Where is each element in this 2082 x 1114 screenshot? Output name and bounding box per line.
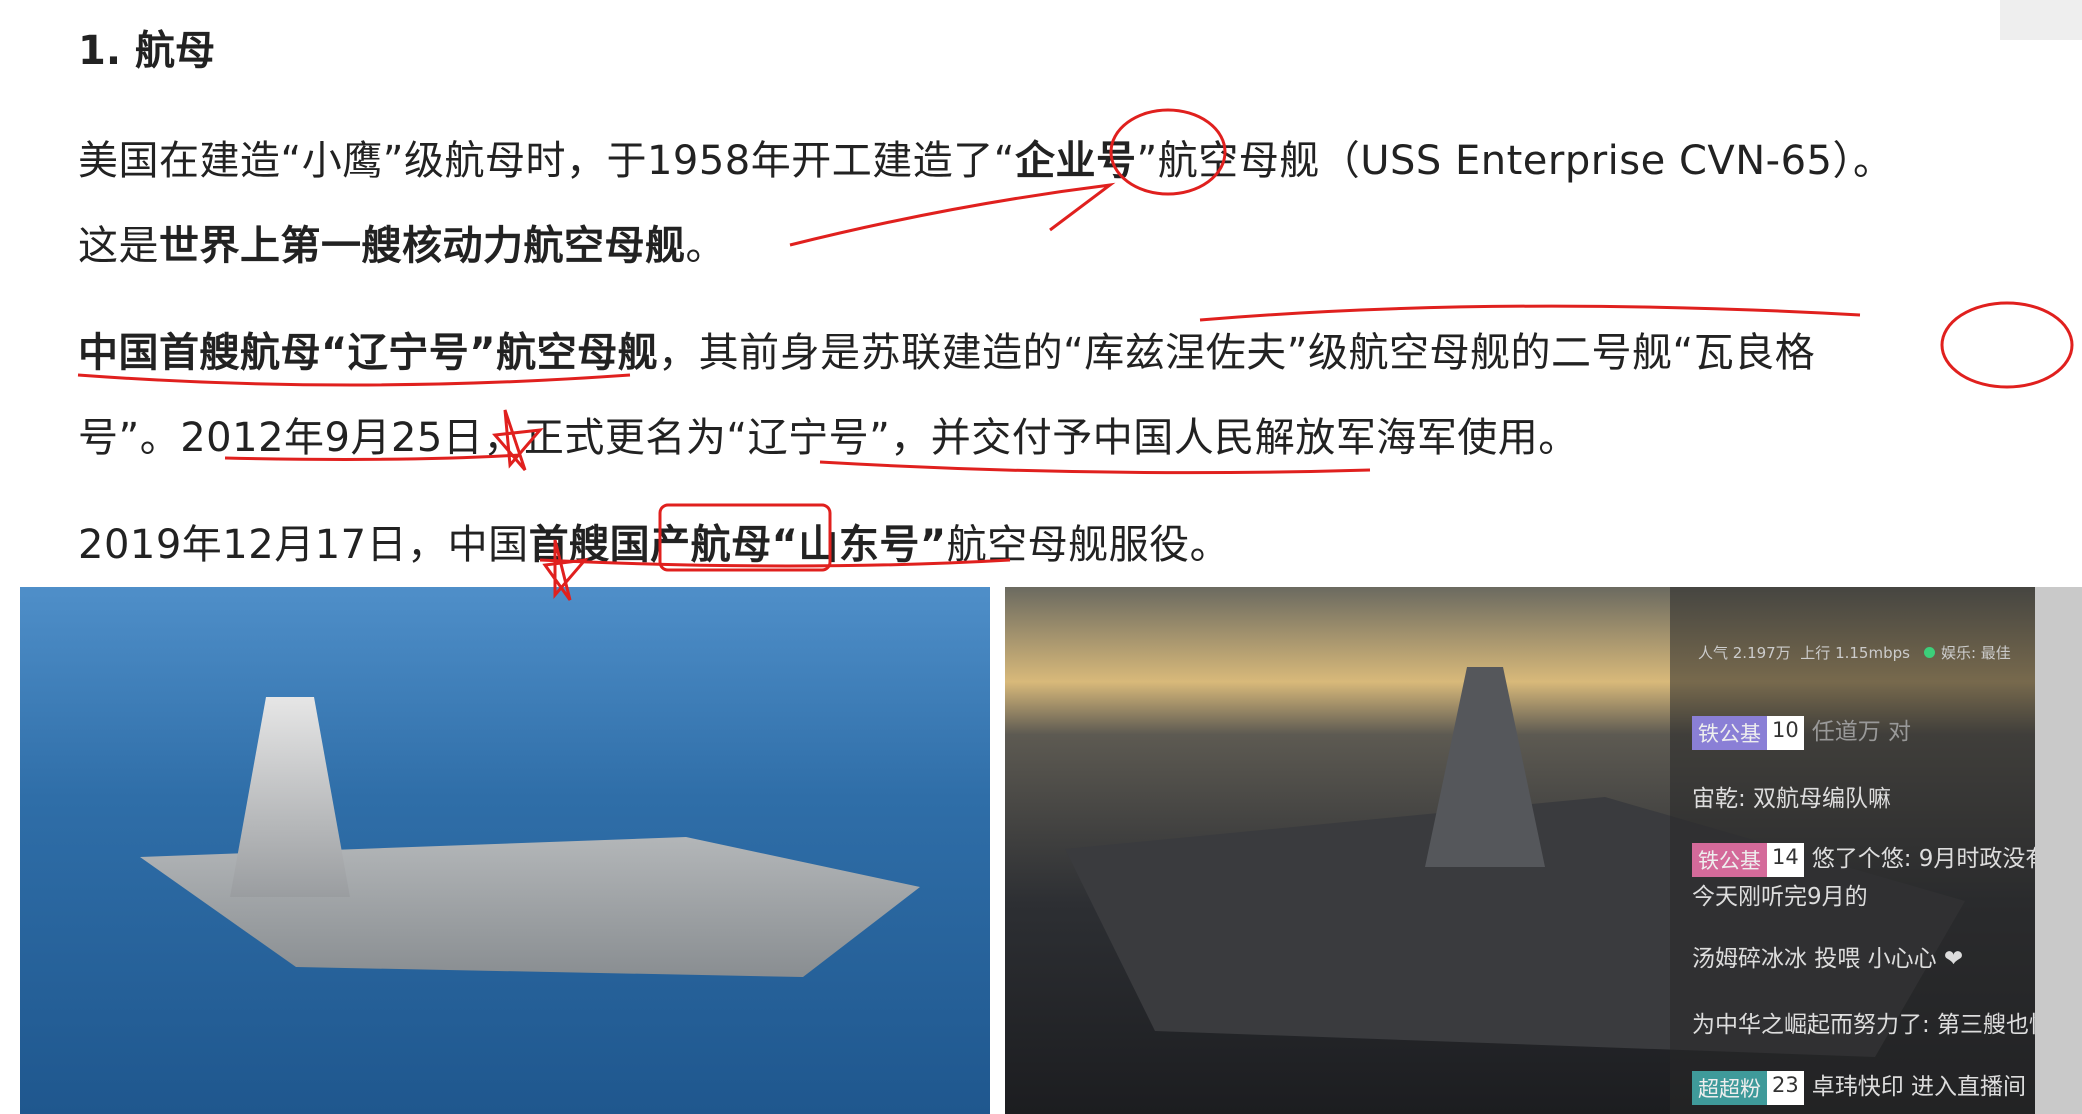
underline-mark xyxy=(539,558,1011,568)
underline-mark xyxy=(77,373,631,387)
box-mark xyxy=(658,503,832,572)
underline-mark xyxy=(819,460,1371,475)
star-mark xyxy=(542,539,589,601)
handwritten-annotations xyxy=(77,108,2074,601)
circle-mark xyxy=(1940,301,2074,389)
underline-mark xyxy=(224,453,521,461)
arrow-mark xyxy=(789,182,1116,247)
underline-mark xyxy=(1199,304,1861,322)
circle-mark xyxy=(1109,108,1227,196)
star-mark xyxy=(492,409,544,471)
